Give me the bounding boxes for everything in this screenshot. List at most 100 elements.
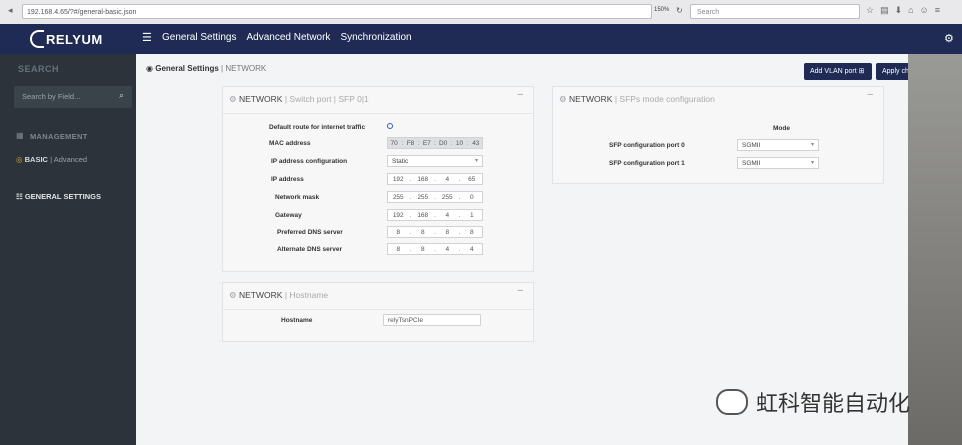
browser-search-input[interactable]: Search xyxy=(690,4,860,19)
dns1-octet[interactable]: 8 xyxy=(462,227,483,237)
dns1-octet[interactable]: 8 xyxy=(437,227,458,237)
settings-icon: ⚙ xyxy=(229,290,237,300)
mask-octet[interactable]: 255 xyxy=(413,192,434,202)
dns2-octet[interactable]: 4 xyxy=(462,244,483,254)
watermark-text: 虹科智能自动化 xyxy=(756,392,911,417)
mask-field[interactable]: 255. 255. 255. 0 xyxy=(387,191,483,203)
gear-icon[interactable]: ⚙ xyxy=(944,32,954,45)
sidebar-search-title: SEARCH xyxy=(18,64,60,74)
dns2-octet[interactable]: 8 xyxy=(413,244,434,254)
toolbar-icons[interactable]: ☆▤⬇⌂☺≡ xyxy=(866,5,946,16)
sidebar-item-general-settings[interactable]: ☷ GENERAL SETTINGS xyxy=(16,192,101,201)
panel-title-sub: | SFPs mode configuration xyxy=(614,94,715,104)
zoom-level[interactable]: 150% xyxy=(654,7,669,13)
breadcrumb-section[interactable]: General Settings xyxy=(155,64,219,73)
watermark: 虹科智能自动化 xyxy=(716,386,910,418)
background-right-edge xyxy=(908,54,962,445)
gateway-label: Gateway xyxy=(275,212,302,219)
toggle-icon: ◎ xyxy=(16,155,23,164)
ip-label: IP address xyxy=(271,176,304,183)
ip-field[interactable]: 192. 168. 4. 65 xyxy=(387,173,483,185)
settings-icon: ⚙ xyxy=(229,94,237,104)
gw-octet[interactable]: 192 xyxy=(388,210,409,220)
search-icon[interactable]: ⌕ xyxy=(119,90,124,101)
menu-icon[interactable]: ☰ xyxy=(142,31,152,44)
mac-octet: F8 xyxy=(406,140,415,147)
dns1-octet[interactable]: 8 xyxy=(388,227,409,237)
sfp-port1-value: SGMII xyxy=(742,160,761,167)
sidebar-search-placeholder: Search by Field... xyxy=(22,92,81,101)
hostname-label: Hostname xyxy=(281,317,313,324)
panel-title-main: NETWORK xyxy=(569,94,613,104)
add-vlan-port-button[interactable]: Add VLAN port ⊞ xyxy=(804,63,872,80)
sidebar: SEARCH Search by Field... ⌕ ▦ MANAGEMENT… xyxy=(0,54,136,445)
back-icon[interactable]: ◂ xyxy=(8,5,13,16)
mac-field: 70: F8: E7: D0: 10: 43 xyxy=(387,137,483,149)
general-settings-label: GENERAL SETTINGS xyxy=(24,192,101,201)
sidebar-item-basic[interactable]: ◎ BASIC | Advanced xyxy=(16,155,87,164)
reload-icon[interactable]: ↻ xyxy=(676,6,683,15)
dns2-octet[interactable]: 4 xyxy=(437,244,458,254)
panel-title-sub: | Switch port | SFP 0|1 xyxy=(284,94,369,104)
breadcrumb-page: NETWORK xyxy=(225,64,267,73)
mac-octet: 70 xyxy=(390,140,398,147)
gateway-field[interactable]: 192. 168. 4. 1 xyxy=(387,209,483,221)
globe-icon: ◉ xyxy=(146,64,153,73)
panel-title: ⚙ NETWORK | Switch port | SFP 0|1 xyxy=(229,94,369,105)
sfp-port0-label: SFP configuration port 0 xyxy=(609,142,685,149)
dns1-field[interactable]: 8. 8. 8. 8 xyxy=(387,226,483,238)
ip-octet[interactable]: 65 xyxy=(462,174,483,184)
nav-synchronization[interactable]: Synchronization xyxy=(340,32,411,43)
ip-octet[interactable]: 4 xyxy=(437,174,458,184)
brand-name: RELYUM xyxy=(46,31,103,47)
sfp-port1-select[interactable]: SGMII ▾ xyxy=(737,157,819,169)
collapse-icon[interactable]: – xyxy=(517,285,523,296)
gw-octet[interactable]: 4 xyxy=(437,210,458,220)
mac-label: MAC address xyxy=(269,140,311,147)
mask-octet[interactable]: 0 xyxy=(462,192,483,202)
ipconf-select[interactable]: Static ▾ xyxy=(387,155,483,167)
mask-octet[interactable]: 255 xyxy=(388,192,409,202)
panel-title-main: NETWORK xyxy=(239,94,283,104)
default-route-label: Default route for internet traffic xyxy=(269,124,366,131)
mac-octet: D0 xyxy=(438,140,448,147)
basic-label: BASIC xyxy=(24,155,48,164)
dns2-field[interactable]: 8. 8. 4. 4 xyxy=(387,243,483,255)
collapse-icon[interactable]: – xyxy=(517,89,523,100)
chevron-down-icon: ▾ xyxy=(810,142,814,148)
default-route-radio[interactable] xyxy=(387,123,393,129)
nav-general-settings[interactable]: General Settings xyxy=(162,32,237,43)
sidebar-management-title: MANAGEMENT xyxy=(30,132,88,141)
collapse-icon[interactable]: – xyxy=(867,89,873,100)
gw-octet[interactable]: 168 xyxy=(413,210,434,220)
sfp-port0-select[interactable]: SGMII ▾ xyxy=(737,139,819,151)
nav-advanced-network[interactable]: Advanced Network xyxy=(247,32,331,43)
top-nav: General Settings Advanced Network Synchr… xyxy=(162,32,412,43)
advanced-label[interactable]: Advanced xyxy=(54,155,87,164)
address-bar[interactable]: 192.168.4.65/?#/general-basic.json xyxy=(22,4,652,19)
mode-header: Mode xyxy=(773,125,790,132)
dns2-octet[interactable]: 8 xyxy=(388,244,409,254)
panel-title: ⚙ NETWORK | Hostname xyxy=(229,290,328,301)
chevron-down-icon: ▾ xyxy=(810,160,814,166)
add-vlan-label: Add VLAN port xyxy=(810,68,857,75)
breadcrumb-separator: | xyxy=(221,64,224,73)
settings-icon: ⚙ xyxy=(559,94,567,104)
mask-label: Network mask xyxy=(275,194,320,201)
panel-title-main: NETWORK xyxy=(239,290,283,300)
hostname-input[interactable]: relyTsnPCIe xyxy=(383,314,481,326)
switch-port-panel: ⚙ NETWORK | Switch port | SFP 0|1 – Defa… xyxy=(222,86,534,272)
app-header: RELYUM ☰ General Settings Advanced Netwo… xyxy=(0,24,962,54)
ip-octet[interactable]: 192 xyxy=(388,174,409,184)
dns2-label: Alternate DNS server xyxy=(277,246,343,253)
mac-octet: E7 xyxy=(422,140,431,147)
hostname-panel: ⚙ NETWORK | Hostname – Hostname relyTsnP… xyxy=(222,282,534,342)
sidebar-search-input[interactable]: Search by Field... ⌕ xyxy=(14,86,132,108)
chevron-down-icon: ▾ xyxy=(474,158,478,164)
mask-octet[interactable]: 255 xyxy=(437,192,458,202)
brand-logo[interactable]: RELYUM xyxy=(30,29,103,49)
ip-octet[interactable]: 168 xyxy=(413,174,434,184)
ipconf-label: IP address configuration xyxy=(271,158,348,165)
gw-octet[interactable]: 1 xyxy=(462,210,483,220)
dns1-octet[interactable]: 8 xyxy=(413,227,434,237)
